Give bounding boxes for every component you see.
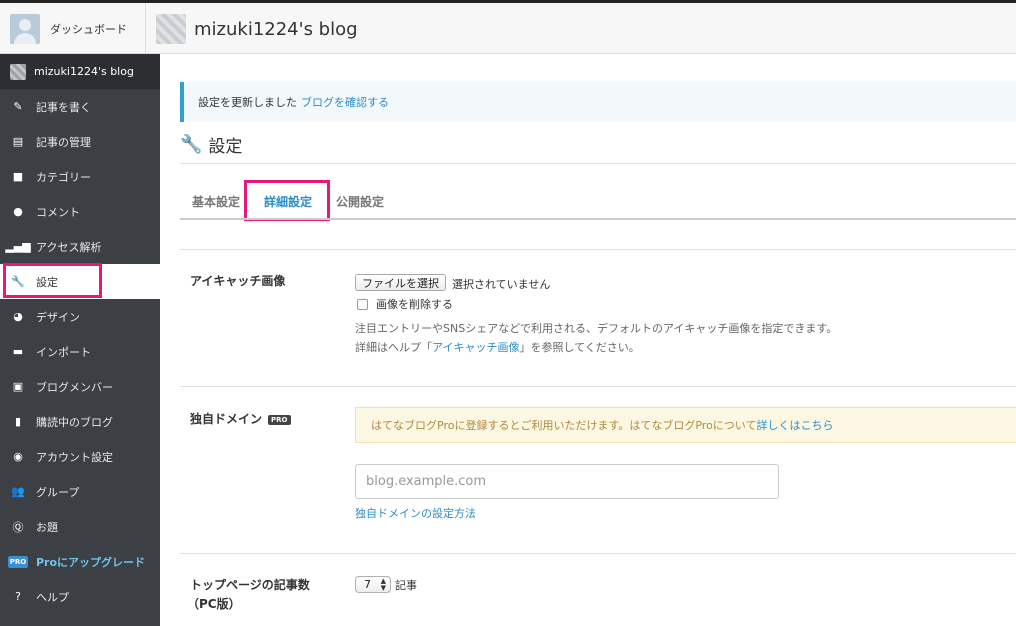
sidebar-blog[interactable]: mizuki1224's blog	[0, 54, 160, 89]
sidebar-item-label: Proにアップグレード	[36, 555, 146, 569]
no-file-text: 選択されていません	[452, 278, 551, 291]
tab-advanced[interactable]: 詳細設定	[252, 184, 324, 219]
settings-tabs: 基本設定 詳細設定 公開設定	[180, 184, 396, 219]
sidebar-item-import[interactable]: ▬ インポート	[0, 334, 160, 369]
sidebar-item-pro-upgrade[interactable]: PRO Proにアップグレード	[0, 544, 160, 579]
sidebar-item-group[interactable]: 👥 グループ	[0, 474, 160, 509]
sidebar-item-label: ヘルプ	[36, 590, 69, 604]
divider	[180, 249, 1016, 250]
blog-title: mizuki1224's blog	[194, 18, 358, 40]
page-title: 🔧 設定	[180, 132, 242, 157]
sidebar-item-comment[interactable]: ● コメント	[0, 194, 160, 229]
dashboard-label: ダッシュボード	[50, 22, 127, 36]
page-title-text: 設定	[208, 137, 243, 157]
main-content: 設定を更新しました ブログを確認する 🔧 設定 基本設定 詳細設定 公開設定 ア…	[160, 54, 1016, 626]
sidebar-item-account[interactable]: ◉ アカウント設定	[0, 439, 160, 474]
eyecatch-label: アイキャッチ画像	[190, 274, 286, 288]
truck-icon: ▬	[12, 345, 24, 358]
divider	[180, 386, 1016, 387]
tabs-divider	[180, 218, 1016, 220]
sidebar: mizuki1224's blog ✎ 記事を書く ▤ 記事の管理 ■ カテゴリ…	[0, 54, 160, 626]
folder-icon: ■	[12, 170, 24, 183]
domain-setup-link[interactable]: 独自ドメインの設定方法	[355, 505, 476, 521]
delete-image-row: 画像を削除する	[357, 296, 453, 312]
pencil-icon: ✎	[13, 100, 23, 113]
sidebar-item-label: インポート	[36, 345, 91, 359]
sidebar-item-members[interactable]: ▣ ブログメンバー	[0, 369, 160, 404]
eyecatch-help-detail: 詳細はヘルプ「アイキャッチ画像」を参照してください。	[355, 341, 640, 354]
view-blog-link[interactable]: ブログを確認する	[301, 94, 389, 110]
pro-icon: PRO	[7, 555, 29, 568]
sidebar-item-label: カテゴリー	[36, 170, 91, 184]
tab-basic[interactable]: 基本設定	[180, 184, 252, 219]
document-icon: ▤	[12, 135, 24, 148]
comment-icon: ●	[13, 205, 23, 218]
eyecatch-help-link[interactable]: アイキャッチ画像	[432, 341, 519, 354]
sidebar-item-label: コメント	[36, 205, 80, 219]
sidebar-item-design[interactable]: ◕ デザイン	[0, 299, 160, 334]
article-count-label: トップページの記事数	[190, 578, 310, 592]
sidebar-item-category[interactable]: ■ カテゴリー	[0, 159, 160, 194]
sidebar-item-write[interactable]: ✎ 記事を書く	[0, 89, 160, 124]
sidebar-item-label: アカウント設定	[36, 450, 113, 464]
top-header: ダッシュボード mizuki1224's blog	[0, 0, 1016, 54]
bookmark-icon: ▮	[14, 415, 22, 428]
account-icon: ◉	[13, 450, 23, 463]
sidebar-item-label: お題	[36, 520, 58, 534]
sidebar-item-label: ブログメンバー	[36, 380, 113, 394]
divider	[180, 553, 1016, 554]
article-count-select[interactable]: 7 ▲ ▼	[355, 576, 391, 593]
topic-icon: Ⓠ	[12, 520, 24, 534]
domain-input[interactable]	[355, 464, 779, 499]
domain-label: 独自ドメイン PRO	[190, 410, 291, 427]
sidebar-item-label: 記事を書く	[36, 100, 91, 114]
tab-publish[interactable]: 公開設定	[324, 184, 396, 219]
sidebar-item-label: 設定	[36, 275, 58, 289]
sidebar-item-label: アクセス解析	[36, 240, 102, 254]
wrench-icon: 🔧	[11, 275, 25, 288]
member-icon: ▣	[12, 380, 24, 393]
wrench-icon: 🔧	[180, 134, 203, 155]
article-count-unit: 記事	[395, 579, 417, 592]
blog-thumbnail	[10, 63, 26, 80]
palette-icon: ◕	[13, 310, 23, 323]
sidebar-item-label: グループ	[36, 485, 80, 499]
sidebar-item-settings[interactable]: 🔧 設定	[0, 264, 160, 299]
stepper-arrows-icon: ▲ ▼	[380, 577, 386, 592]
update-notice: 設定を更新しました ブログを確認する	[180, 82, 1016, 122]
article-count-sublabel: （PC版）	[187, 597, 241, 611]
sidebar-item-subscriptions[interactable]: ▮ 購読中のブログ	[0, 404, 160, 439]
delete-image-label: 画像を削除する	[376, 298, 453, 311]
blog-header[interactable]: mizuki1224's blog	[156, 14, 358, 44]
pro-required-notice: はてなブログProに登録するとご利用いただけます。はてなブログProについて 詳し…	[355, 407, 1016, 443]
dashboard-link[interactable]: ダッシュボード	[0, 3, 146, 54]
sidebar-blog-label: mizuki1224's blog	[34, 65, 134, 78]
notice-text: 設定を更新しました	[198, 96, 297, 109]
avatar	[10, 13, 40, 44]
sidebar-item-analytics[interactable]: ▂▄▆ アクセス解析	[0, 229, 160, 264]
help-icon: ?	[15, 590, 21, 603]
sidebar-item-label: デザイン	[36, 310, 80, 324]
pro-details-link[interactable]: 詳しくはこちら	[756, 417, 833, 433]
sidebar-item-manage[interactable]: ▤ 記事の管理	[0, 124, 160, 159]
eyecatch-help-text: 注目エントリーやSNSシェアなどで利用される、デフォルトのアイキャッチ画像を指定…	[355, 322, 838, 335]
sidebar-item-topic[interactable]: Ⓠ お題	[0, 509, 160, 544]
blog-thumbnail	[156, 14, 186, 44]
delete-image-checkbox[interactable]	[357, 298, 368, 310]
bar-chart-icon: ▂▄▆	[5, 240, 31, 253]
divider	[180, 163, 1016, 164]
sidebar-item-help[interactable]: ? ヘルプ	[0, 579, 160, 614]
group-icon: 👥	[11, 485, 25, 498]
choose-file-button[interactable]: ファイルを選択	[355, 274, 446, 291]
sidebar-item-label: 記事の管理	[36, 135, 91, 149]
pro-badge: PRO	[268, 414, 291, 425]
sidebar-item-label: 購読中のブログ	[36, 415, 113, 429]
